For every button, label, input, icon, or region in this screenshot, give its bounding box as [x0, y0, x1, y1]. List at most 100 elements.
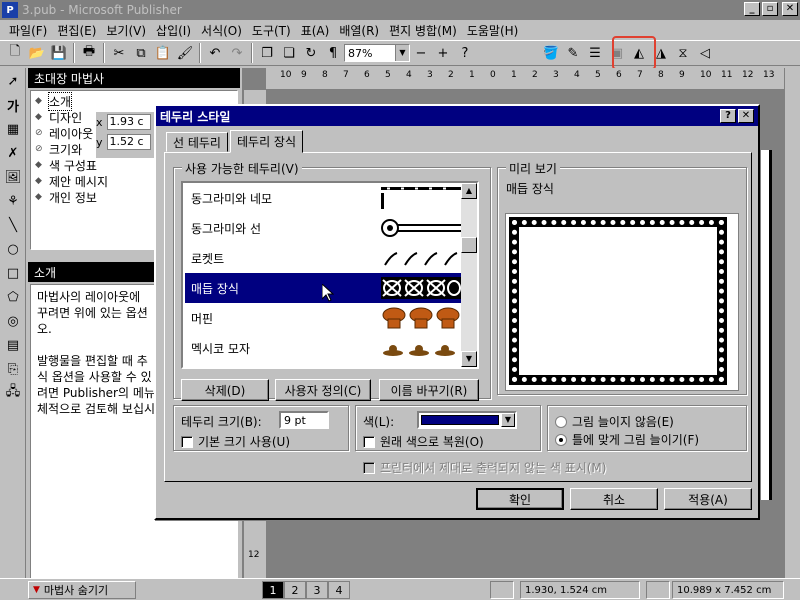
flip-vertical-icon[interactable]: ◁	[694, 42, 716, 64]
clipart-icon[interactable]: ⚘	[2, 190, 24, 212]
border-preview-box	[505, 213, 739, 391]
preview-name: 매듭 장식	[506, 182, 554, 196]
border-size-input[interactable]: 9 pt	[279, 411, 329, 429]
x-position-field[interactable]: 1.93 c	[106, 114, 151, 130]
flip-horizontal-icon[interactable]: ⧖	[672, 42, 694, 64]
minimize-button[interactable]: _	[744, 2, 760, 16]
cancel-button[interactable]: 취소	[570, 488, 658, 510]
menu-mail-merge[interactable]: 편지 병합(M)	[384, 22, 462, 39]
page-tab[interactable]: 3	[306, 581, 328, 599]
form-control-icon[interactable]: ◎	[2, 310, 24, 332]
border-list[interactable]: 동그라미와 네모 동그라미와 선 로켓트 매듭 장식 머핀 멕시코 모자 ▲ ▼	[181, 181, 479, 369]
list-item[interactable]: 로켓트	[185, 243, 463, 273]
list-item[interactable]: 동그라미와 선	[185, 213, 463, 243]
scroll-down-icon[interactable]: ▼	[461, 351, 477, 367]
menu-format[interactable]: 서식(O)	[196, 22, 247, 39]
ruler-mark: 4	[406, 70, 412, 80]
bring-front-icon[interactable]: ❐	[256, 42, 278, 64]
menu-insert[interactable]: 삽입(I)	[151, 22, 196, 39]
open-icon[interactable]: 📂	[26, 42, 48, 64]
restore-color-checkbox[interactable]: 원래 색으로 복원(O)	[363, 433, 484, 450]
wordart-icon[interactable]: ✗	[2, 142, 24, 164]
help-button[interactable]: ?	[720, 109, 736, 123]
paste-icon[interactable]: 📋	[152, 42, 174, 64]
undo-icon[interactable]: ↶	[204, 42, 226, 64]
rectangle-tool-icon[interactable]: □	[2, 262, 24, 284]
printer-warning-checkbox[interactable]: 프린터에서 제대로 출력되지 않는 색 표시(M)	[363, 459, 606, 476]
page-tab[interactable]: 2	[284, 581, 306, 599]
delete-button[interactable]: 삭제(D)	[181, 379, 269, 401]
tab-border-art[interactable]: 테두리 장식	[230, 130, 304, 153]
custom-shapes-icon[interactable]: ⬠	[2, 286, 24, 308]
ruler-mark: 2	[448, 70, 454, 80]
paragraph-mark-icon[interactable]: ¶	[322, 42, 344, 64]
html-code-icon[interactable]: ⎘	[2, 358, 24, 380]
position-readout: 1.930, 1.524 cm	[520, 581, 640, 599]
line-tool-icon[interactable]: ╲	[2, 214, 24, 236]
tab-line-border[interactable]: 선 테두리	[166, 132, 228, 152]
fill-color-icon[interactable]: 🪣	[540, 42, 562, 64]
cut-icon[interactable]: ✂	[108, 42, 130, 64]
customize-button[interactable]: 사용자 정의(C)	[275, 379, 371, 401]
pointer-icon[interactable]: ➚	[2, 70, 24, 92]
line-color-icon[interactable]: ✎	[562, 42, 584, 64]
picture-frame-icon[interactable]: 🖼	[2, 166, 24, 188]
menu-table[interactable]: 표(A)	[296, 22, 335, 39]
ruler-mark: 0	[490, 70, 496, 80]
dialog-close-button[interactable]: ✕	[738, 109, 754, 123]
rename-button[interactable]: 이름 바꾸기(R)	[379, 379, 479, 401]
table-frame-icon[interactable]: ▦	[2, 118, 24, 140]
size-label: 테두리 크기(B):	[181, 415, 262, 429]
title-bar: P 3.pub - Microsoft Publisher _ ▫ ✕	[0, 0, 800, 20]
help-icon[interactable]: ?	[454, 42, 476, 64]
close-button[interactable]: ✕	[782, 2, 798, 16]
text-frame-icon[interactable]: 가	[2, 94, 24, 116]
rotate-icon[interactable]: ↻	[300, 42, 322, 64]
apply-button[interactable]: 적용(A)	[664, 488, 752, 510]
print-icon[interactable]: 🖶	[78, 42, 100, 64]
default-size-checkbox[interactable]: 기본 크기 사용(U)	[181, 433, 290, 450]
ruler-mark: 9	[679, 70, 685, 80]
line-border-style-icon[interactable]: ☰	[584, 42, 606, 64]
ok-button[interactable]: 확인	[476, 488, 564, 510]
restore-button[interactable]: ▫	[762, 2, 778, 16]
send-back-icon[interactable]: ❏	[278, 42, 300, 64]
page-tab[interactable]: 1	[262, 581, 284, 599]
list-scrollbar[interactable]: ▲ ▼	[461, 183, 477, 367]
scroll-up-icon[interactable]: ▲	[461, 183, 477, 199]
list-item[interactable]: 동그라미와 네모	[185, 183, 463, 213]
horizontal-ruler[interactable]: 10 9 8 7 6 5 4 3 2 1 0 1 2 3 4 5 6 7 8 9 10 11 12 13	[266, 68, 784, 90]
menu-file[interactable]: 파일(F)	[4, 22, 52, 39]
new-icon[interactable]: 🗋	[4, 42, 26, 64]
page-tab[interactable]: 4	[328, 581, 350, 599]
zoom-select[interactable]: 87% ▼	[344, 44, 410, 62]
zoom-out-icon[interactable]: −	[410, 42, 432, 64]
stretch-fit-radio[interactable]: 틀에 맞게 그림 늘이기(F)	[555, 431, 699, 448]
oval-tool-icon[interactable]: ○	[2, 238, 24, 260]
save-icon[interactable]: 💾	[48, 42, 70, 64]
list-item[interactable]: 머핀	[185, 303, 463, 333]
vertical-scrollbar[interactable]	[784, 68, 800, 578]
y-position-field[interactable]: 1.52 c	[106, 134, 151, 150]
ruler-mark: 6	[616, 70, 622, 80]
hide-wizard-button[interactable]: ▼ 마법사 숨기기	[28, 581, 136, 599]
color-dropdown[interactable]: ▼	[417, 411, 517, 429]
ruler-mark: 5	[595, 70, 601, 80]
bullet-icon: ◆	[35, 192, 42, 202]
zoom-in-icon[interactable]: +	[432, 42, 454, 64]
scroll-thumb[interactable]	[461, 237, 477, 253]
design-gallery-icon[interactable]: 🖧	[2, 382, 24, 404]
format-painter-icon[interactable]: 🖌	[174, 42, 196, 64]
hotspot-icon[interactable]: ▤	[2, 334, 24, 356]
list-item[interactable]: 멕시코 모자	[185, 333, 463, 363]
copy-icon[interactable]: ⧉	[130, 42, 152, 64]
menu-arrange[interactable]: 배열(R)	[334, 22, 384, 39]
menu-view[interactable]: 보기(V)	[101, 22, 151, 39]
border-preview	[381, 277, 461, 299]
color-label: 색(L):	[363, 415, 395, 429]
menu-help[interactable]: 도움말(H)	[462, 22, 524, 39]
no-stretch-radio[interactable]: 그림 늘이지 않음(E)	[555, 413, 674, 430]
redo-icon[interactable]: ↷	[226, 42, 248, 64]
menu-edit[interactable]: 편집(E)	[52, 22, 101, 39]
menu-tools[interactable]: 도구(T)	[247, 22, 296, 39]
